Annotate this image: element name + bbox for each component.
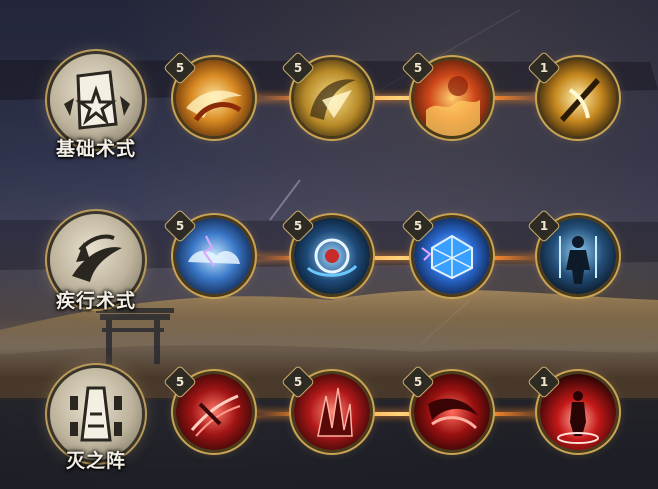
skill-slot[interactable]: 5 bbox=[163, 209, 252, 294]
category-row-basic: 基础术式 5 5 5 1 bbox=[0, 48, 658, 168]
category-row-formation: 灭之阵 5 5 5 1 bbox=[0, 362, 658, 482]
skill-slot[interactable]: 5 bbox=[163, 365, 252, 450]
category-label: 基础术式 bbox=[55, 138, 136, 160]
skill-slot[interactable]: 1 bbox=[527, 365, 616, 450]
scroll-star-icon[interactable] bbox=[50, 54, 142, 146]
skill-slot[interactable]: 5 bbox=[281, 209, 370, 294]
skill-slot[interactable]: 5 bbox=[401, 209, 490, 294]
skill-slot[interactable]: 5 bbox=[281, 365, 370, 450]
category-label: 疾行术式 bbox=[55, 290, 136, 312]
skill-slot[interactable]: 5 bbox=[281, 51, 370, 136]
skill-slot[interactable]: 1 bbox=[527, 51, 616, 136]
skill-slot[interactable]: 1 bbox=[527, 209, 616, 294]
category-label: 灭之阵 bbox=[65, 450, 126, 472]
skill-slot[interactable]: 5 bbox=[163, 51, 252, 136]
skill-slot[interactable]: 5 bbox=[401, 51, 490, 136]
category-row-movement: 疾行术式 5 5 5 1 bbox=[0, 204, 658, 324]
skill-slot[interactable]: 5 bbox=[401, 365, 490, 450]
